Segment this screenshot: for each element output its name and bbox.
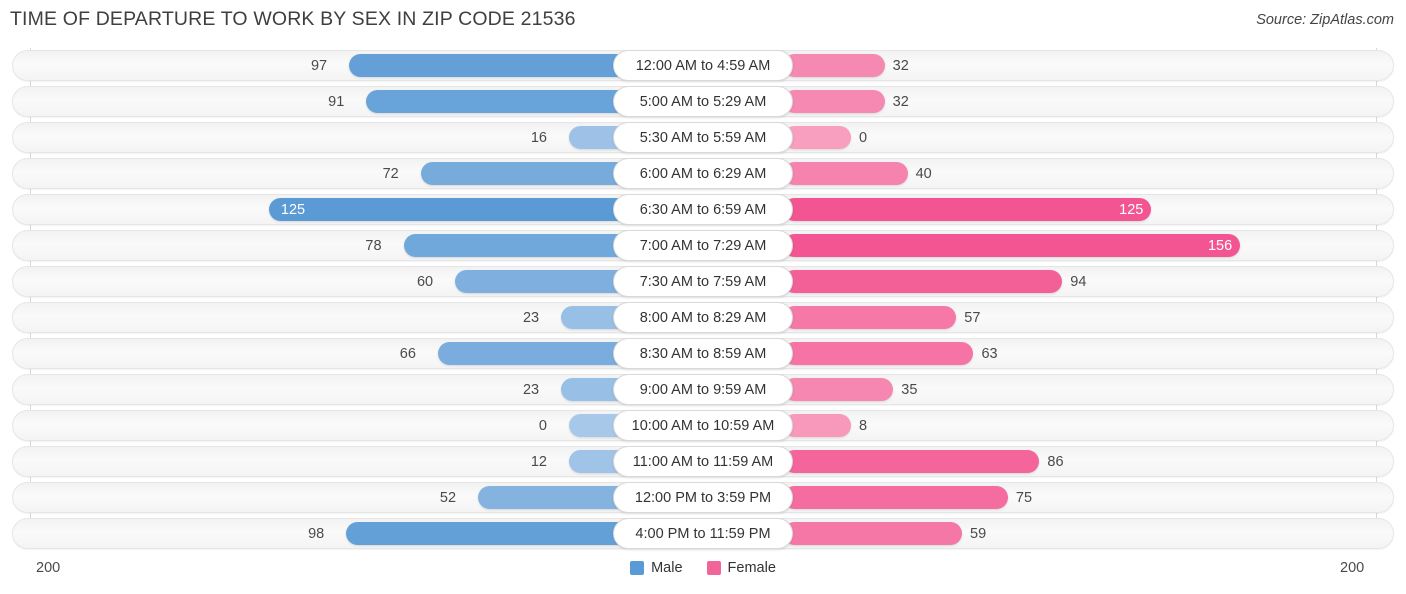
table-row: 23 57 8:00 AM to 8:29 AM (0, 300, 1406, 336)
bar-value-male: 0 (538, 418, 547, 434)
table-row: 98 59 4:00 PM to 11:59 PM (0, 516, 1406, 552)
bar-value-female: 63 (981, 346, 998, 362)
bar-value-male: 23 (522, 310, 540, 326)
bar-value-female: 86 (1047, 454, 1064, 470)
category-label-pill: 10:00 AM to 10:59 AM (613, 410, 793, 441)
bar-male[interactable] (455, 270, 637, 293)
table-row: 125 125 6:30 AM to 6:59 AM (0, 192, 1406, 228)
chart-plot-area: 97 32 12:00 AM to 4:59 AM 91 32 5:00 AM to 5:… (0, 48, 1406, 549)
table-row: 12 86 11:00 AM to 11:59 AM (0, 444, 1406, 480)
source-attribution: Source: ZipAtlas.com (1256, 12, 1394, 28)
bar-female[interactable] (783, 54, 885, 77)
bar-value-male: 60 (416, 274, 434, 290)
bar-rows-container: 97 32 12:00 AM to 4:59 AM 91 32 5:00 AM to 5:… (0, 48, 1406, 552)
category-label-pill: 4:00 PM to 11:59 PM (613, 518, 793, 549)
category-label-pill: 5:30 AM to 5:59 AM (613, 122, 793, 153)
bar-male[interactable] (346, 522, 637, 545)
page-title: TIME OF DEPARTURE TO WORK BY SEX IN ZIP … (10, 8, 576, 30)
bar-male[interactable] (437, 342, 637, 365)
bar-value-male: 97 (310, 58, 328, 74)
bar-value-female: 40 (915, 166, 932, 182)
bar-value-female: 94 (1070, 274, 1087, 290)
bar-male[interactable] (420, 162, 637, 185)
table-row: 60 94 7:30 AM to 7:59 AM (0, 264, 1406, 300)
chart-legend: Male Female (0, 560, 1406, 576)
category-label-pill: 5:00 AM to 5:29 AM (613, 86, 793, 117)
bar-female[interactable] (783, 378, 894, 401)
category-label-pill: 7:30 AM to 7:59 AM (613, 266, 793, 297)
chart-header: TIME OF DEPARTURE TO WORK BY SEX IN ZIP … (0, 0, 1406, 44)
bar-value-female: 156 (1207, 238, 1233, 254)
table-row: 0 8 10:00 AM to 10:59 AM (0, 408, 1406, 444)
bar-female[interactable] (783, 162, 908, 185)
bar-female[interactable] (783, 306, 957, 329)
bar-value-male: 125 (280, 202, 306, 218)
bar-value-male: 16 (530, 130, 547, 146)
bar-female[interactable] (783, 486, 1008, 509)
legend-item-female[interactable]: Female (706, 560, 776, 576)
bar-value-male: 98 (308, 526, 325, 542)
bar-value-female: 75 (1015, 490, 1033, 506)
bar-female[interactable] (783, 522, 963, 545)
bar-value-male: 78 (365, 238, 382, 254)
bar-value-female: 0 (859, 130, 868, 146)
table-row: 23 35 9:00 AM to 9:59 AM (0, 372, 1406, 408)
legend-swatch-male-icon (630, 561, 645, 575)
table-row: 97 32 12:00 AM to 4:59 AM (0, 48, 1406, 84)
bar-value-female: 57 (964, 310, 981, 326)
bar-female[interactable] (783, 450, 1040, 473)
bar-value-male: 23 (522, 382, 540, 398)
bar-male[interactable] (349, 54, 637, 77)
bar-value-female: 35 (901, 382, 918, 398)
bar-female[interactable] (783, 342, 974, 365)
table-row: 91 32 5:00 AM to 5:29 AM (0, 84, 1406, 120)
bar-value-female: 32 (892, 94, 909, 110)
category-label-pill: 7:00 AM to 7:29 AM (613, 230, 793, 261)
bar-value-male: 91 (328, 94, 345, 110)
bar-male[interactable] (268, 198, 637, 221)
bar-value-male: 52 (439, 490, 457, 506)
bar-male[interactable] (366, 90, 637, 113)
legend-swatch-female-icon (706, 561, 721, 575)
bar-value-female: 8 (859, 418, 868, 434)
table-row: 16 0 5:30 AM to 5:59 AM (0, 120, 1406, 156)
bar-value-female: 32 (892, 58, 909, 74)
bar-value-male: 66 (399, 346, 416, 362)
table-row: 72 40 6:00 AM to 6:29 AM (0, 156, 1406, 192)
legend-label-male: Male (651, 560, 683, 576)
category-label-pill: 8:30 AM to 8:59 AM (613, 338, 793, 369)
table-row: 78 156 7:00 AM to 7:29 AM (0, 228, 1406, 264)
category-label-pill: 11:00 AM to 11:59 AM (613, 446, 793, 477)
bar-female[interactable] (783, 90, 885, 113)
category-label-pill: 12:00 AM to 4:59 AM (613, 50, 793, 81)
category-label-pill: 6:00 AM to 6:29 AM (613, 158, 793, 189)
bar-value-male: 12 (530, 454, 547, 470)
table-row: 66 63 8:30 AM to 8:59 AM (0, 336, 1406, 372)
legend-item-male[interactable]: Male (630, 560, 683, 576)
category-label-pill: 12:00 PM to 3:59 PM (613, 482, 793, 513)
bar-female[interactable] (783, 126, 851, 149)
bar-value-female: 125 (1119, 202, 1144, 218)
table-row: 52 75 12:00 PM to 3:59 PM (0, 480, 1406, 516)
bar-female[interactable] (783, 270, 1063, 293)
bar-value-male: 72 (382, 166, 399, 182)
category-label-pill: 9:00 AM to 9:59 AM (613, 374, 793, 405)
bar-female[interactable] (783, 198, 1152, 221)
chart-footer: 200 200 Male Female (0, 552, 1406, 594)
category-label-pill: 6:30 AM to 6:59 AM (613, 194, 793, 225)
legend-label-female: Female (727, 560, 776, 576)
bar-value-female: 59 (970, 526, 987, 542)
bar-male[interactable] (403, 234, 637, 257)
bar-female[interactable] (783, 234, 1240, 257)
bar-female[interactable] (783, 414, 851, 437)
category-label-pill: 8:00 AM to 8:29 AM (613, 302, 793, 333)
